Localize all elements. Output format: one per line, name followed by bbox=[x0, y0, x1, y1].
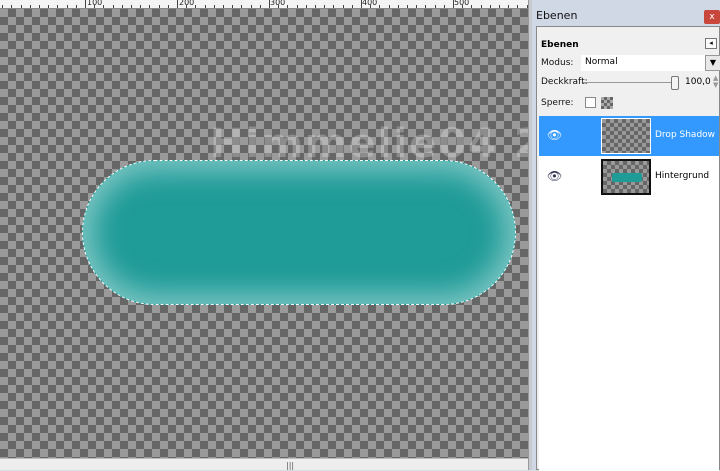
ruler-tick bbox=[232, 5, 233, 8]
watermark: Himmelie04 2012 bbox=[210, 121, 528, 167]
ruler-tick bbox=[324, 5, 325, 8]
ruler-tick bbox=[407, 5, 408, 8]
ruler-tick bbox=[149, 5, 150, 8]
ruler-tick bbox=[361, 0, 362, 8]
ruler-tick bbox=[444, 5, 445, 8]
ruler-tick bbox=[48, 5, 49, 8]
ruler-tick bbox=[131, 5, 132, 8]
ruler-tick bbox=[416, 5, 417, 8]
mode-select[interactable]: Normal ▼ bbox=[581, 55, 720, 71]
ruler-tick bbox=[481, 5, 482, 8]
ruler-tick bbox=[113, 5, 114, 8]
ruler-tick bbox=[315, 5, 316, 8]
layer-name: Hintergrund bbox=[655, 171, 710, 181]
ruler-tick bbox=[425, 5, 426, 8]
eye-icon[interactable]: 👁 bbox=[547, 169, 562, 183]
ruler-tick bbox=[370, 5, 371, 8]
ruler-tick bbox=[287, 5, 288, 8]
ruler-tick bbox=[389, 5, 390, 8]
ruler-tick bbox=[462, 5, 463, 8]
ruler-tick bbox=[343, 5, 344, 8]
ruler-tick bbox=[251, 5, 252, 8]
ruler-tick bbox=[177, 0, 178, 8]
horizontal-ruler: 100 200 300 400 500 bbox=[0, 0, 528, 9]
ruler-tick bbox=[352, 5, 353, 8]
scroll-grip-icon[interactable]: ||| bbox=[286, 461, 294, 470]
ruler-tick bbox=[379, 5, 380, 8]
ruler-tick bbox=[85, 0, 86, 8]
ruler-tick bbox=[30, 5, 31, 8]
ruler-tick bbox=[186, 5, 187, 8]
layer-name: Drop Shadow bbox=[655, 130, 716, 140]
ruler-tick bbox=[490, 5, 491, 8]
ruler-tick bbox=[278, 5, 279, 8]
ruler-tick bbox=[499, 5, 500, 8]
ruler-tick bbox=[76, 5, 77, 8]
lock-alpha-icon[interactable] bbox=[601, 97, 613, 109]
opacity-value[interactable]: 100,0 bbox=[685, 77, 711, 87]
ruler-tick bbox=[269, 0, 270, 8]
layer-row-hintergrund[interactable]: 👁 Hintergrund bbox=[539, 157, 719, 197]
panel-heading: Ebenen bbox=[541, 40, 579, 50]
ruler-tick bbox=[435, 5, 436, 8]
ruler-tick bbox=[159, 5, 160, 8]
ruler-tick bbox=[94, 5, 95, 8]
ruler-tick bbox=[11, 5, 12, 8]
ruler-tick bbox=[517, 5, 518, 8]
ruler-tick bbox=[205, 5, 206, 8]
opacity-label: Deckkraft: bbox=[541, 77, 588, 87]
layer-list: 👁 Drop Shadow 👁 Hintergrund bbox=[539, 116, 719, 471]
ruler-tick bbox=[398, 5, 399, 8]
ruler-tick bbox=[195, 5, 196, 8]
ruler-tick bbox=[168, 5, 169, 8]
layers-dock: Ebenen x Ebenen ◂ Modus: Normal ▼ Deckkra… bbox=[532, 0, 720, 471]
mode-label: Modus: bbox=[541, 58, 574, 68]
lock-pixels-checkbox[interactable] bbox=[585, 97, 596, 108]
dock-title: Ebenen bbox=[536, 9, 578, 22]
ruler-tick bbox=[508, 5, 509, 8]
lock-label: Sperre: bbox=[541, 98, 574, 108]
ruler-tick bbox=[241, 5, 242, 8]
layer-row-drop-shadow[interactable]: 👁 Drop Shadow bbox=[539, 116, 719, 156]
mode-value: Normal bbox=[585, 57, 618, 67]
ruler-tick bbox=[297, 5, 298, 8]
image-canvas[interactable]: Himmelie04 2012 bbox=[0, 9, 528, 458]
ruler-tick bbox=[2, 5, 3, 8]
ruler-tick bbox=[471, 5, 472, 8]
opacity-slider-handle[interactable] bbox=[671, 76, 679, 90]
eye-icon[interactable]: 👁 bbox=[547, 128, 562, 142]
horizontal-scrollbar[interactable]: ||| bbox=[0, 458, 528, 470]
pill-shape-selection bbox=[82, 160, 516, 305]
ruler-tick bbox=[21, 5, 22, 8]
ruler-tick bbox=[260, 5, 261, 8]
ruler-tick bbox=[67, 5, 68, 8]
ruler-tick bbox=[223, 5, 224, 8]
ruler-tick bbox=[122, 5, 123, 8]
ruler-tick bbox=[140, 5, 141, 8]
opacity-slider-track[interactable] bbox=[583, 82, 675, 83]
ruler-tick bbox=[214, 5, 215, 8]
spinner-icon[interactable]: ▲ ▼ bbox=[713, 75, 718, 89]
panel-menu-icon[interactable]: ◂ bbox=[705, 38, 717, 49]
close-icon[interactable]: x bbox=[704, 10, 720, 24]
ruler-tick bbox=[57, 5, 58, 8]
layer-thumbnail bbox=[601, 118, 651, 154]
ruler-tick bbox=[39, 5, 40, 8]
chevron-down-icon[interactable]: ▼ bbox=[705, 55, 720, 71]
layers-panel: Ebenen ◂ Modus: Normal ▼ Deckkraft: 100,0… bbox=[536, 26, 720, 471]
ruler-tick bbox=[333, 5, 334, 8]
ruler-tick bbox=[306, 5, 307, 8]
layer-thumbnail bbox=[601, 159, 651, 195]
ruler-tick bbox=[103, 5, 104, 8]
ruler-tick bbox=[453, 0, 454, 8]
